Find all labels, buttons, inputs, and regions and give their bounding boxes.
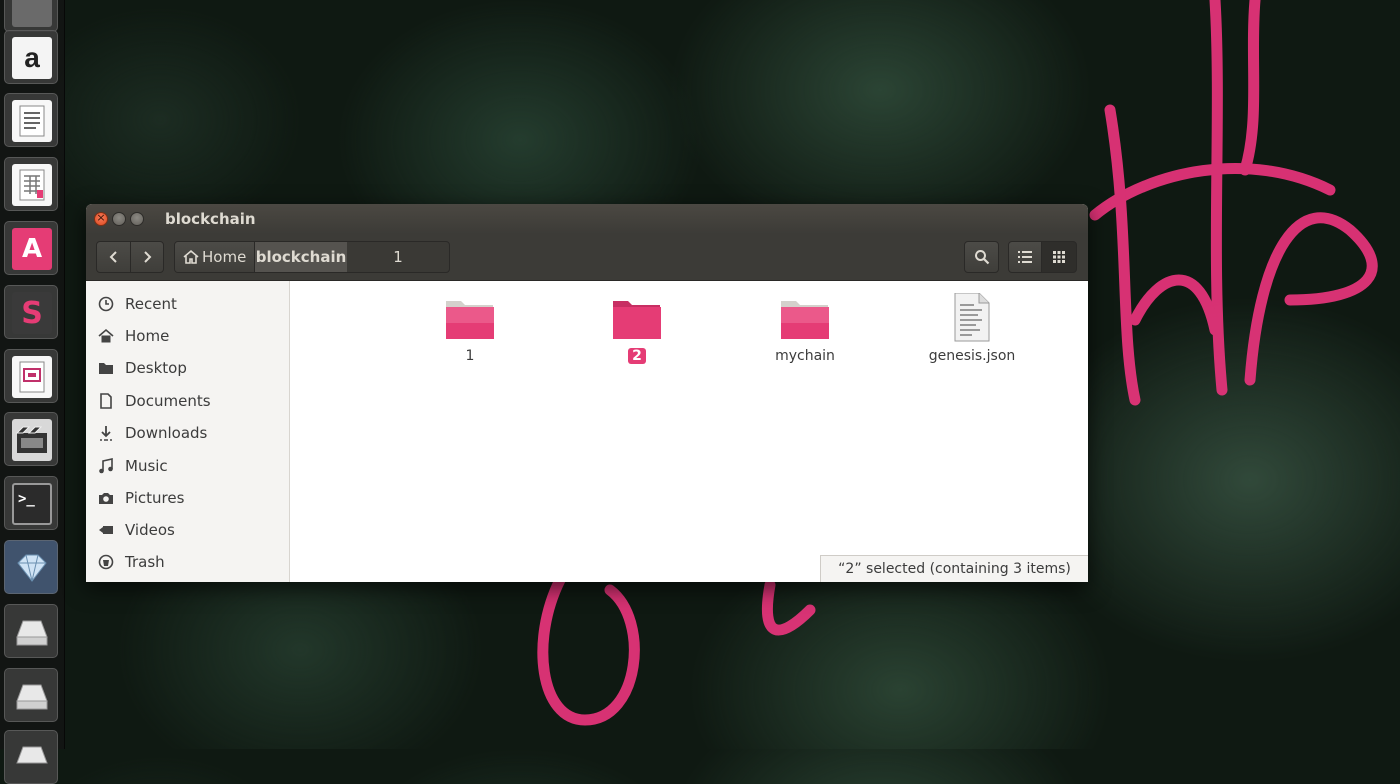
amazon-icon: a (12, 37, 52, 79)
gem-icon (12, 547, 52, 589)
video-editor-icon (12, 419, 52, 461)
video-editor-launcher-item[interactable] (4, 412, 58, 466)
list-view-button[interactable] (1008, 241, 1042, 273)
file-view: 1 2 mychain genesis.json “2” selected (c… (290, 281, 1088, 582)
sidebar-item-label: Desktop (125, 359, 187, 377)
software-center-icon: A (12, 228, 52, 270)
close-icon: × (96, 211, 106, 224)
disk-launcher-item[interactable] (4, 668, 58, 722)
writer-icon (12, 100, 52, 142)
calc-launcher-item[interactable] (4, 157, 58, 211)
text-file-icon (954, 293, 990, 342)
folder-icon (781, 301, 829, 339)
sidebar-item-desktop[interactable]: Desktop (96, 355, 187, 381)
sidebar-item-documents[interactable]: Documents (96, 388, 211, 414)
sidebar-item-music[interactable]: Music (96, 453, 168, 479)
sidebar-item-label: Documents (125, 392, 211, 410)
sidebar: Recent Home Desktop Documents Downloads … (86, 281, 290, 582)
sidebar-item-label: Recent (125, 295, 177, 313)
folder-icon (96, 358, 116, 378)
amazon-launcher-item[interactable]: a (4, 30, 58, 84)
software-center-launcher-item[interactable]: A (4, 221, 58, 275)
close-button[interactable]: × (94, 211, 108, 226)
folder-icon (446, 301, 494, 339)
gem-launcher-item[interactable] (4, 540, 58, 594)
sublime-icon: S (12, 292, 52, 334)
camera-icon (96, 488, 116, 508)
breadcrumb: Home blockchain 1 (174, 241, 450, 273)
file-name: mychain (745, 348, 865, 364)
file-name-text: mychain (775, 348, 835, 364)
breadcrumb-home[interactable]: Home (175, 242, 255, 272)
trash-icon (96, 552, 116, 572)
sidebar-item-label: Trash (125, 553, 165, 571)
grid-view-button[interactable] (1041, 241, 1077, 273)
video-icon (96, 520, 116, 540)
breadcrumb-current[interactable]: blockchain (255, 242, 347, 272)
sidebar-item-label: Videos (125, 521, 175, 539)
breadcrumb-child-label: 1 (393, 248, 403, 266)
file-item-folder-mychain[interactable]: mychain (745, 293, 865, 368)
impress-launcher-item[interactable] (4, 349, 58, 403)
writer-launcher-item[interactable] (4, 93, 58, 147)
file-name: 1 (410, 348, 530, 364)
sidebar-item-pictures[interactable]: Pictures (96, 485, 184, 511)
file-manager-window: × blockchain Home blockchain 1 Recent Ho… (86, 204, 1088, 582)
chevron-left-icon (109, 251, 117, 263)
terminal-icon: >_ (12, 483, 52, 525)
search-icon (974, 250, 989, 265)
breadcrumb-child[interactable]: 1 (347, 242, 449, 272)
download-icon (96, 423, 116, 443)
file-name-text: genesis.json (928, 348, 1016, 364)
sidebar-item-trash[interactable]: Trash (96, 549, 165, 575)
breadcrumb-home-label: Home (202, 248, 247, 266)
launcher: a A S >_ (0, 0, 65, 784)
impress-icon (12, 356, 52, 398)
launcher-app-partial[interactable] (4, 0, 58, 32)
titlebar: × blockchain (86, 204, 1088, 234)
music-icon (96, 456, 116, 476)
sidebar-item-recent[interactable]: Recent (96, 291, 177, 317)
sidebar-item-home[interactable]: Home (96, 323, 169, 349)
disk-icon (12, 611, 52, 653)
sidebar-item-label: Downloads (125, 424, 208, 442)
disk-icon (12, 737, 52, 779)
chevron-right-icon (144, 251, 152, 263)
minimize-button[interactable] (112, 212, 126, 226)
file-name-text: 2 (628, 348, 646, 364)
forward-button[interactable] (130, 241, 164, 273)
search-button[interactable] (964, 241, 999, 273)
disk-launcher-item[interactable] (4, 730, 58, 784)
file-name-text: 1 (465, 348, 475, 364)
terminal-launcher-item[interactable]: >_ (4, 476, 58, 530)
file-name: genesis.json (912, 348, 1032, 364)
document-icon (96, 391, 116, 411)
file-name-selected: 2 (577, 348, 697, 364)
file-item-folder-1[interactable]: 1 (410, 293, 530, 368)
status-bar: “2” selected (containing 3 items) (820, 555, 1088, 582)
toolbar: Home blockchain 1 (86, 234, 1088, 281)
status-text: “2” selected (containing 3 items) (838, 561, 1071, 577)
calc-icon (12, 164, 52, 206)
home-icon (96, 326, 116, 346)
list-view-icon (1018, 251, 1032, 263)
back-button[interactable] (96, 241, 131, 273)
sidebar-item-label: Pictures (125, 489, 185, 507)
home-icon (183, 249, 199, 264)
sidebar-item-videos[interactable]: Videos (96, 517, 175, 543)
sublime-launcher-item[interactable]: S (4, 285, 58, 339)
disk-icon (12, 675, 52, 717)
window-title: blockchain (165, 210, 256, 228)
maximize-button[interactable] (130, 212, 144, 226)
clock-icon (96, 294, 116, 314)
file-item-folder-2[interactable]: 2 (577, 293, 697, 368)
disk-launcher-item[interactable] (4, 604, 58, 658)
grid-view-icon (1053, 251, 1065, 263)
file-item-genesis-json[interactable]: genesis.json (912, 293, 1032, 368)
sidebar-item-label: Home (125, 327, 170, 345)
sidebar-item-downloads[interactable]: Downloads (96, 420, 207, 446)
sidebar-item-label: Music (125, 457, 168, 475)
breadcrumb-current-label: blockchain (255, 248, 347, 266)
folder-icon (613, 301, 661, 339)
